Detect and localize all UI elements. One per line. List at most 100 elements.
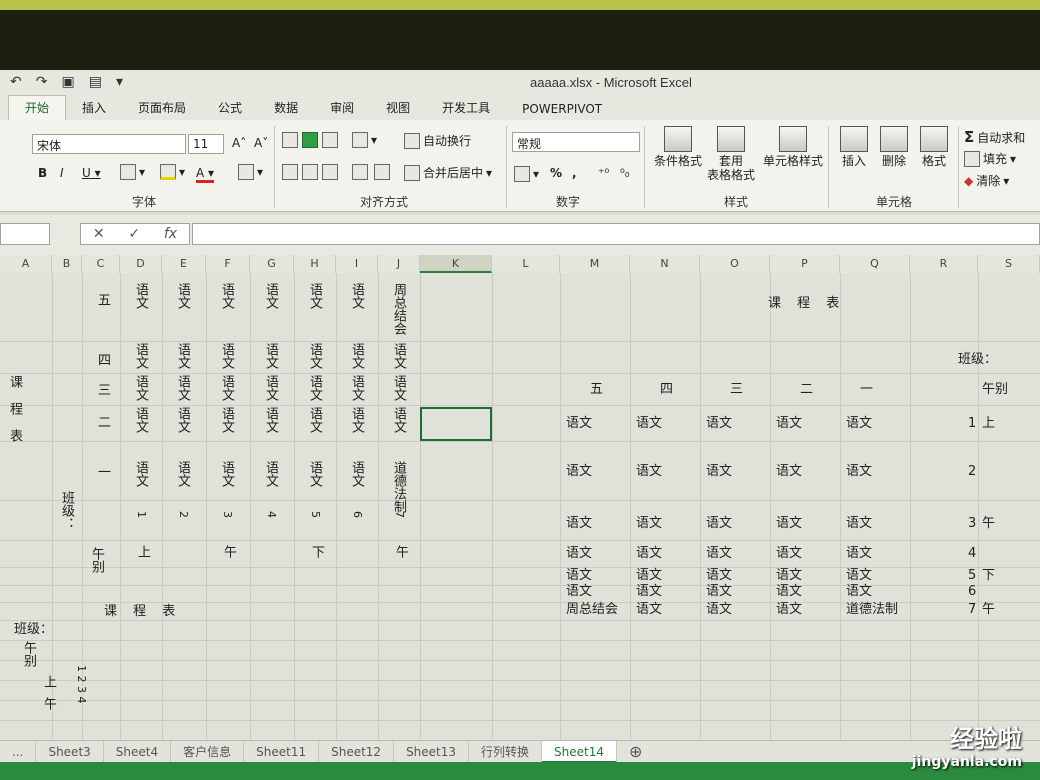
align-top-button[interactable] <box>282 132 298 148</box>
font-color-button[interactable]: A ▾ <box>196 166 215 183</box>
column-header[interactable]: Q <box>840 255 910 273</box>
column-header[interactable]: L <box>492 255 560 273</box>
redo-icon[interactable]: ↷ <box>36 74 48 90</box>
cancel-icon[interactable]: ✕ <box>93 226 105 242</box>
enter-icon[interactable]: ✓ <box>128 226 140 242</box>
left-subject-cell: 语文 <box>219 343 234 369</box>
column-header[interactable]: G <box>250 255 294 273</box>
sheet-tab[interactable]: Sheet4 <box>104 740 172 763</box>
tab-view[interactable]: 视图 <box>370 96 426 120</box>
merge-center-button[interactable]: 合并后居中 ▾ <box>404 164 492 181</box>
column-header[interactable]: N <box>630 255 700 273</box>
fill-button[interactable]: 填充 ▾ <box>964 150 1016 167</box>
comma-button[interactable]: , <box>572 166 577 180</box>
align-bottom-button[interactable] <box>322 132 338 148</box>
sheet-tab[interactable]: Sheet11 <box>244 740 320 763</box>
bottom-title: 课 程 表 <box>104 604 182 619</box>
column-header[interactable]: M <box>560 255 630 273</box>
column-header[interactable]: I <box>336 255 378 273</box>
align-middle-icon <box>302 132 318 148</box>
italic-button[interactable]: I <box>60 166 64 180</box>
sheet-tab[interactable]: 客户信息 <box>171 740 245 763</box>
column-header[interactable]: R <box>910 255 978 273</box>
column-header[interactable]: H <box>294 255 336 273</box>
phonetic-button[interactable]: ▾ <box>238 164 263 180</box>
wrap-text-button[interactable]: 自动换行 <box>404 132 471 149</box>
cell-styles-button[interactable]: 单元格样式 <box>762 126 824 168</box>
right-table-cell: 语文 <box>706 546 733 561</box>
gridline <box>630 273 631 740</box>
right-table-cell: 语文 <box>776 516 803 531</box>
sheet-tab[interactable]: Sheet12 <box>319 740 395 763</box>
column-header[interactable]: P <box>770 255 840 273</box>
name-box[interactable] <box>0 223 50 245</box>
right-table-cell: 语文 <box>566 416 593 431</box>
selected-cell[interactable] <box>420 407 492 441</box>
border-button[interactable]: ▾ <box>120 164 145 180</box>
column-header[interactable]: K <box>420 255 492 273</box>
conditional-format-button[interactable]: 条件格式 <box>650 126 706 168</box>
customize-qat-icon[interactable]: ▾ <box>116 74 123 90</box>
decrease-indent-button[interactable] <box>352 164 368 180</box>
column-header[interactable]: J <box>378 255 420 273</box>
bottom-class-label: 班级： <box>14 622 54 637</box>
format-as-table-button[interactable]: 套用 表格格式 <box>700 126 762 182</box>
sheet-tab[interactable]: Sheet3 <box>36 740 104 763</box>
font-name-select[interactable]: 宋体 <box>32 134 186 154</box>
decrease-decimal-button[interactable]: ⁰₀ <box>620 166 630 180</box>
print-preview-icon[interactable]: ▣ <box>61 74 74 90</box>
autosum-button[interactable]: Σ 自动求和 <box>964 128 1025 146</box>
formula-input[interactable] <box>192 223 1040 245</box>
format-cells-button[interactable]: 格式 <box>916 126 952 168</box>
column-header[interactable]: E <box>162 255 206 273</box>
column-header[interactable]: O <box>700 255 770 273</box>
font-size-select[interactable]: 11 <box>188 134 224 154</box>
left-subject-cell: 语文 <box>349 407 364 433</box>
sheet-tab-active[interactable]: Sheet14 <box>542 740 618 763</box>
tab-formulas[interactable]: 公式 <box>202 96 258 120</box>
align-middle-button[interactable] <box>302 132 318 148</box>
increase-indent-button[interactable] <box>374 164 390 180</box>
delete-cells-button[interactable]: 删除 <box>876 126 912 168</box>
tab-data[interactable]: 数据 <box>258 96 314 120</box>
left-subject-cell: 语文 <box>307 407 322 433</box>
shrink-font-button[interactable]: A˅ <box>254 136 268 150</box>
column-header[interactable]: C <box>82 255 120 273</box>
tab-home[interactable]: 开始 <box>8 95 67 120</box>
undo-icon[interactable]: ↶ <box>10 74 22 90</box>
orientation-button[interactable]: ▾ <box>352 132 377 148</box>
sheet-tab[interactable]: Sheet13 <box>394 740 470 763</box>
column-header[interactable]: S <box>978 255 1040 273</box>
sheet-tab[interactable]: 行列转换 <box>469 740 543 763</box>
column-header[interactable]: A <box>0 255 52 273</box>
align-center-button[interactable] <box>302 164 318 180</box>
tab-review[interactable]: 审阅 <box>314 96 370 120</box>
column-header[interactable]: D <box>120 255 162 273</box>
bold-button[interactable]: B <box>38 166 47 180</box>
percent-button[interactable]: % <box>550 166 562 180</box>
delete-cells-icon <box>880 126 908 152</box>
insert-function-icon[interactable]: fx <box>164 226 177 242</box>
right-day-header: 一 <box>860 382 874 397</box>
column-header[interactable]: B <box>52 255 82 273</box>
grow-font-button[interactable]: A˄ <box>232 136 246 150</box>
left-subject-cell: 语文 <box>307 461 322 487</box>
align-right-button[interactable] <box>322 164 338 180</box>
add-sheet-icon[interactable]: ⊕ <box>617 741 654 763</box>
tab-powerpivot[interactable]: POWERPIVOT <box>506 99 618 120</box>
tab-developer[interactable]: 开发工具 <box>426 96 506 120</box>
align-left-button[interactable] <box>282 164 298 180</box>
sheet-nav-ellipsis[interactable]: ... <box>0 740 37 763</box>
save-icon[interactable]: ▤ <box>89 74 102 90</box>
tab-insert[interactable]: 插入 <box>66 96 122 120</box>
insert-cells-button[interactable]: 插入 <box>836 126 872 168</box>
fill-color-button[interactable]: ▾ <box>160 164 185 180</box>
number-format-select[interactable]: 常规 <box>512 132 640 152</box>
increase-decimal-button[interactable]: ⁺⁰ <box>598 166 609 180</box>
worksheet-grid[interactable]: A B C D E F G H I J K L M N O P Q R S 课程表 班级： 午别五四三二一语文 语文 语文 语文… <box>0 255 1040 740</box>
tab-page-layout[interactable]: 页面布局 <box>122 96 202 120</box>
underline-button[interactable]: U ▾ <box>82 166 101 180</box>
currency-button[interactable]: ▾ <box>514 166 539 182</box>
column-header[interactable]: F <box>206 255 250 273</box>
clear-button[interactable]: ◆ 清除 ▾ <box>964 172 1009 189</box>
